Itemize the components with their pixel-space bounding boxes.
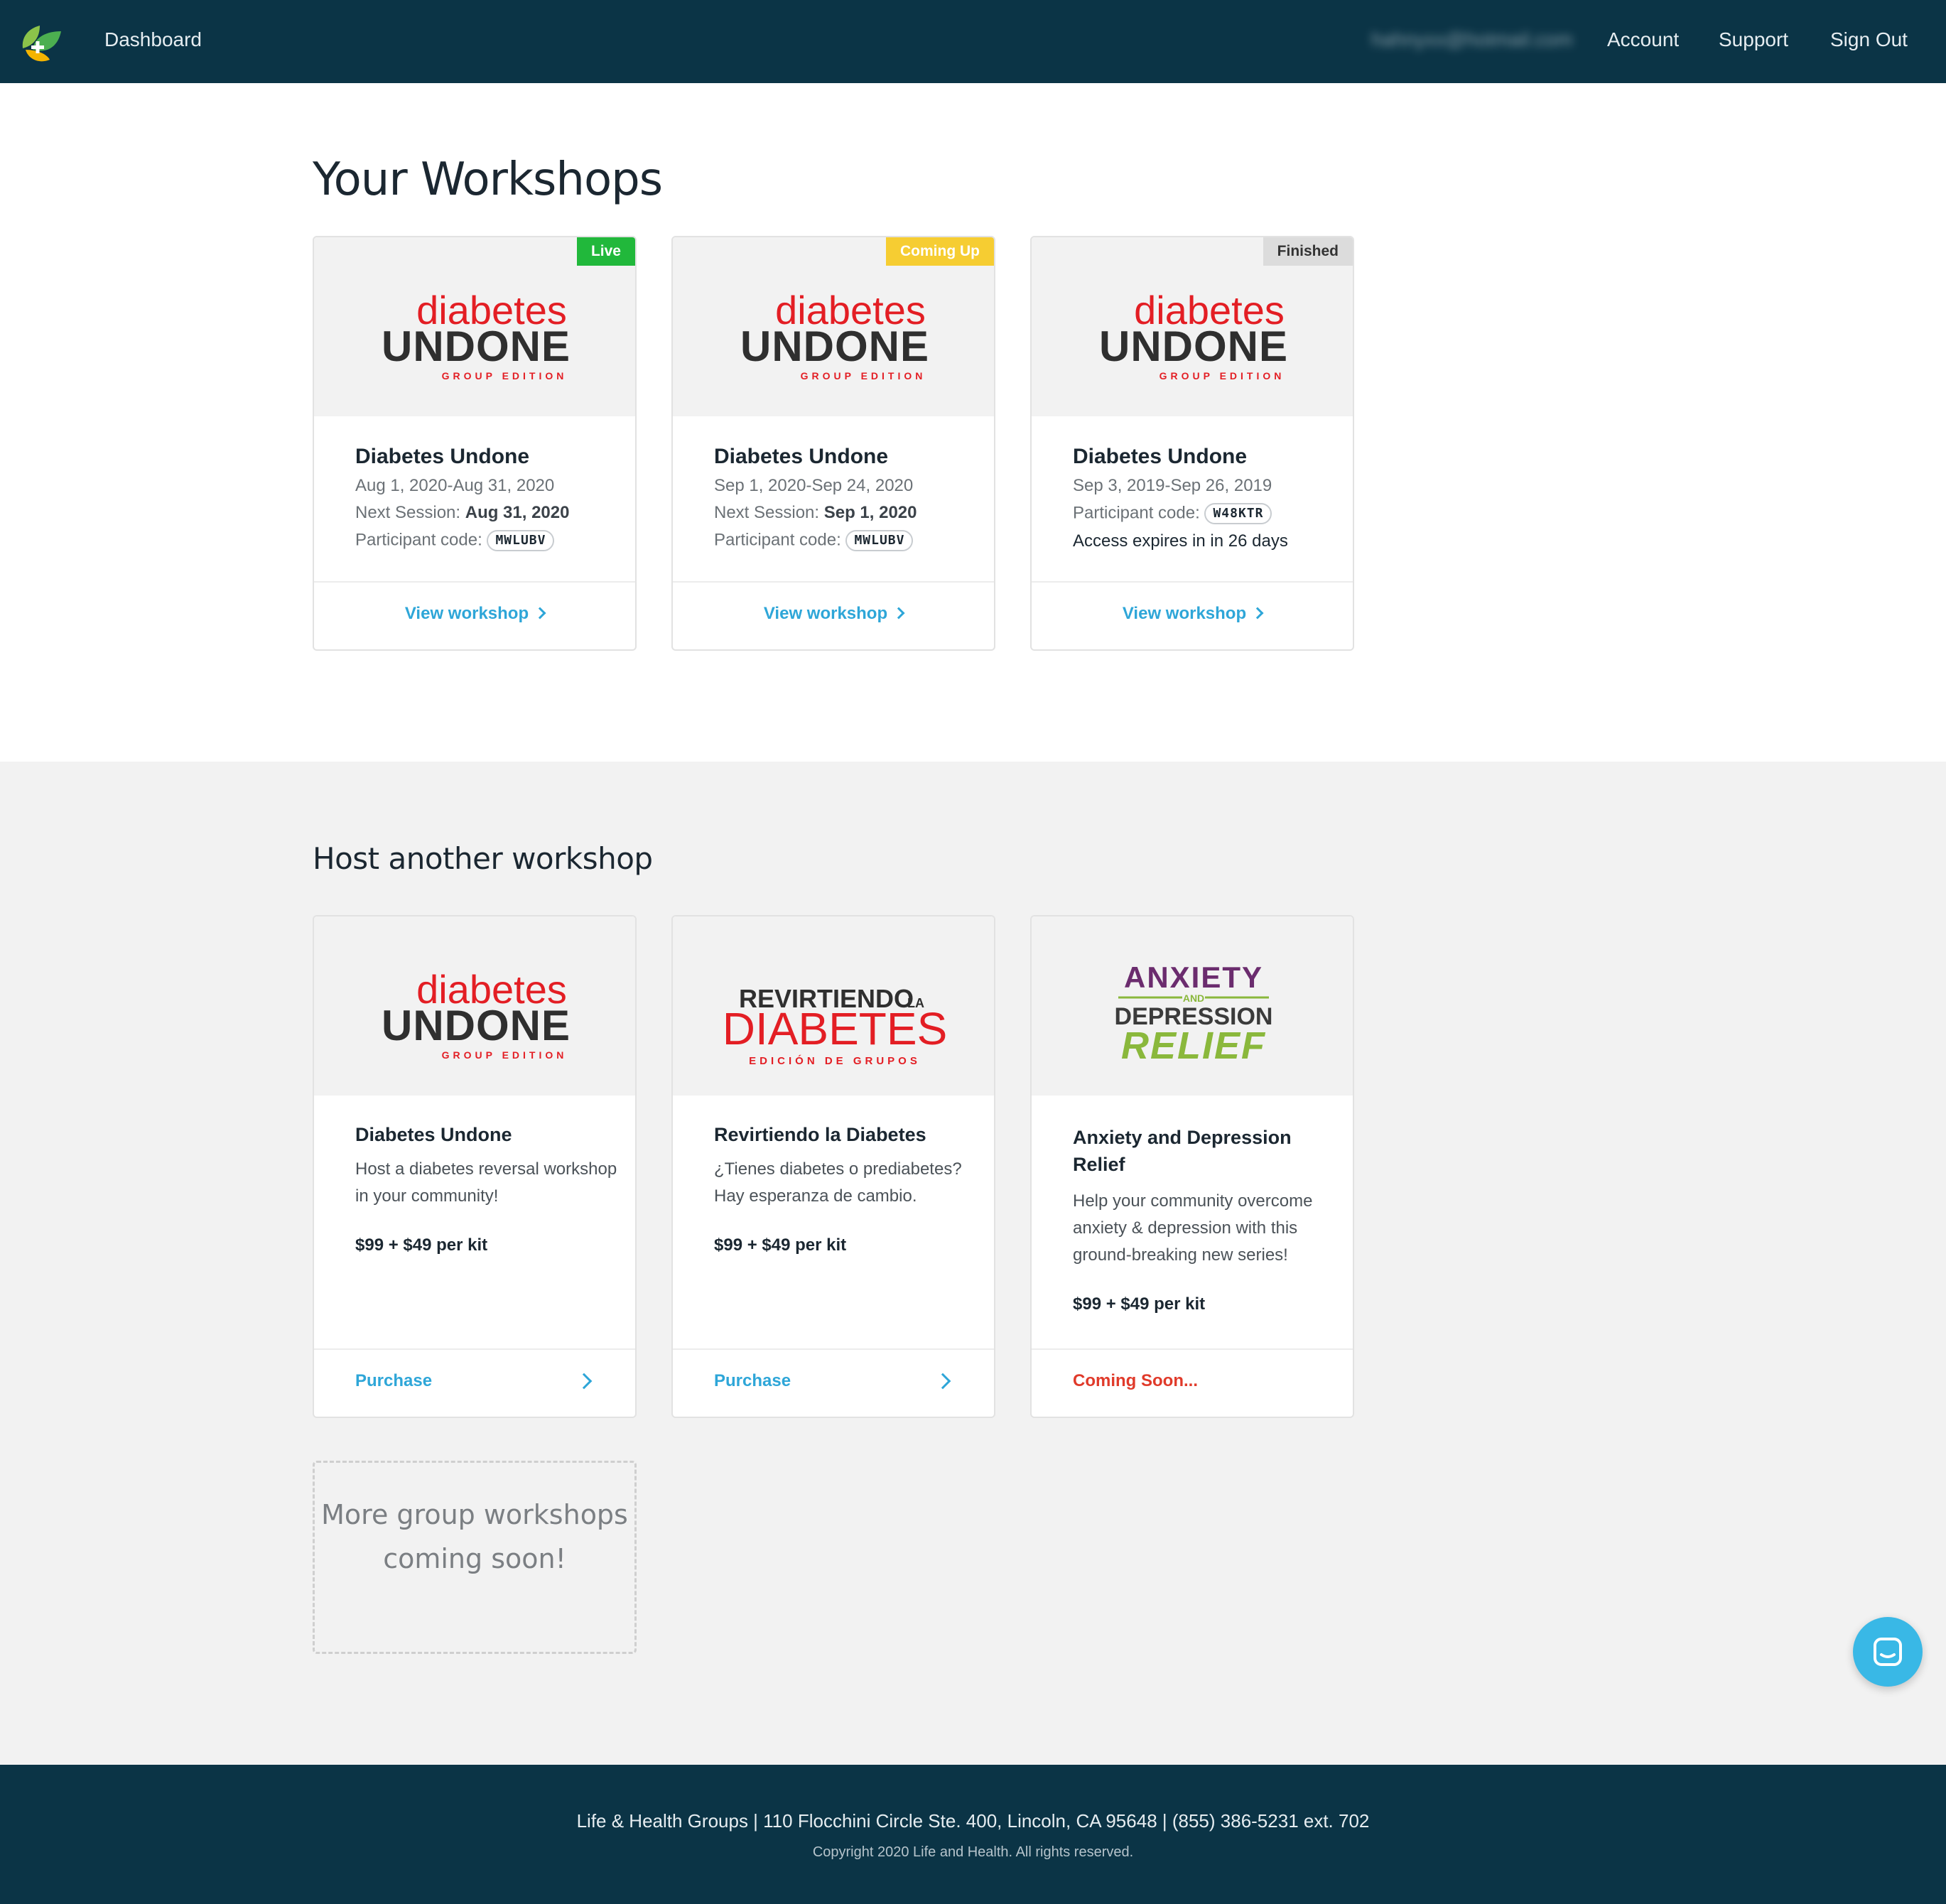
view-workshop-link[interactable]: View workshop [673, 604, 994, 624]
card-price: $99 + $49 per kit [1073, 1294, 1206, 1314]
chat-launcher-button[interactable] [1853, 1617, 1923, 1687]
status-badge-coming-up: Coming Up [886, 237, 994, 266]
card-body: Diabetes Undone Sep 3, 2019-Sep 26, 2019… [1073, 445, 1336, 551]
revirtiendo-la-diabetes-logo: REVIRTIENDO LA DIABETES EDICIÓN DE GRUPO… [723, 984, 948, 1067]
code-pill: W48KTR [1204, 503, 1272, 524]
svg-text:EDICIÓN DE GRUPOS: EDICIÓN DE GRUPOS [749, 1054, 921, 1067]
nav-sign-out-link[interactable]: Sign Out [1830, 28, 1908, 51]
footer-address: Life & Health Groups | 110 Flocchini Cir… [576, 1810, 1370, 1832]
purchase-link[interactable]: Purchase [714, 1371, 791, 1391]
svg-text:AND: AND [1183, 992, 1204, 1004]
svg-text:GROUP EDITION: GROUP EDITION [442, 1049, 568, 1061]
nav-account-link[interactable]: Account [1607, 28, 1679, 51]
svg-text:UNDONE: UNDONE [382, 323, 571, 370]
card-body: Diabetes Undone Sep 1, 2020-Sep 24, 2020… [714, 445, 977, 551]
svg-text:UNDONE: UNDONE [740, 323, 929, 370]
card-title: Diabetes Undone [1073, 445, 1248, 468]
workshop-card: diabetes UNDONE GROUP EDITION Coming Up … [671, 236, 995, 651]
card-title: Diabetes Undone [714, 445, 889, 468]
svg-text:GROUP EDITION: GROUP EDITION [1160, 370, 1285, 382]
host-workshop-card: ANXIETY AND DEPRESSION RELIEF Anxiety an… [1030, 915, 1354, 1418]
participant-code: Participant code: MWLUBV [355, 530, 618, 551]
card-dates: Sep 3, 2019-Sep 26, 2019 [1073, 476, 1272, 495]
host-section-title: Host another workshop [313, 841, 653, 876]
anxiety-depression-relief-logo: ANXIETY AND DEPRESSION RELIEF [1115, 961, 1273, 1067]
footer-copyright: Copyright 2020 Life and Health. All righ… [812, 1844, 1134, 1860]
chevron-right-icon[interactable] [934, 1373, 951, 1390]
card-title: Anxiety and Depression Relief [1073, 1127, 1292, 1175]
chevron-right-icon[interactable] [575, 1373, 593, 1390]
host-workshop-card: diabetes UNDONE GROUP EDITION Diabetes U… [313, 915, 637, 1418]
page-footer: Life & Health Groups | 110 Flocchini Cir… [0, 1765, 1946, 1904]
top-navbar: Dashboard hahnyxx@hotmail.com Account Su… [0, 0, 1946, 83]
more-workshops-placeholder: More group workshops coming soon! [313, 1461, 637, 1654]
next-session: Next Session: Aug 31, 2020 [355, 503, 570, 522]
card-thumbnail: diabetes UNDONE GROUP EDITION Finished [1032, 237, 1353, 416]
card-price: $99 + $49 per kit [714, 1235, 847, 1255]
purchase-link[interactable]: Purchase [355, 1371, 432, 1391]
card-footer: Coming Soon... [1032, 1348, 1353, 1417]
svg-text:UNDONE: UNDONE [382, 1002, 571, 1049]
svg-text:RELIEF: RELIEF [1121, 1024, 1266, 1067]
card-thumbnail: diabetes UNDONE GROUP EDITION Live [314, 237, 635, 416]
card-thumbnail: REVIRTIENDO LA DIABETES EDICIÓN DE GRUPO… [673, 916, 994, 1096]
coming-soon-label: Coming Soon... [1073, 1371, 1198, 1390]
card-thumbnail: diabetes UNDONE GROUP EDITION Coming Up [673, 237, 994, 416]
card-description: ¿Tienes diabetes o prediabetes? Hay espe… [714, 1159, 962, 1206]
card-thumbnail: diabetes UNDONE GROUP EDITION [314, 916, 635, 1096]
view-workshop-link[interactable]: View workshop [314, 604, 635, 624]
status-badge-live: Live [576, 237, 635, 266]
chevron-right-icon [534, 607, 546, 620]
diabetes-undone-logo: diabetes UNDONE GROUP EDITION [382, 967, 571, 1061]
status-badge-finished: Finished [1263, 237, 1353, 266]
card-body: Anxiety and Depression Relief Help your … [1073, 1124, 1336, 1314]
user-email: hahnyxx@hotmail.com [1371, 28, 1573, 50]
card-body: Revirtiendo la Diabetes ¿Tienes diabetes… [714, 1124, 977, 1255]
card-body: Diabetes Undone Host a diabetes reversal… [355, 1124, 618, 1255]
card-footer: View workshop [314, 581, 635, 649]
card-footer: View workshop [1032, 581, 1353, 649]
card-body: Diabetes Undone Aug 1, 2020-Aug 31, 2020… [355, 445, 618, 551]
host-workshop-card: REVIRTIENDO LA DIABETES EDICIÓN DE GRUPO… [671, 915, 995, 1418]
workshop-card: diabetes UNDONE GROUP EDITION Live Diabe… [313, 236, 637, 651]
workshop-card: diabetes UNDONE GROUP EDITION Finished D… [1030, 236, 1354, 651]
view-workshop-link[interactable]: View workshop [1032, 604, 1353, 624]
card-dates: Sep 1, 2020-Sep 24, 2020 [714, 476, 914, 495]
card-title: Diabetes Undone [355, 1124, 512, 1145]
next-session: Next Session: Sep 1, 2020 [714, 503, 917, 522]
card-footer[interactable]: Purchase [314, 1348, 635, 1417]
svg-text:GROUP EDITION: GROUP EDITION [442, 370, 568, 382]
card-footer[interactable]: Purchase [673, 1348, 994, 1417]
chat-icon [1874, 1638, 1902, 1666]
code-pill: MWLUBV [845, 530, 914, 551]
card-dates: Aug 1, 2020-Aug 31, 2020 [355, 476, 555, 495]
nav-dashboard-link[interactable]: Dashboard [104, 28, 202, 51]
card-title: Revirtiendo la Diabetes [714, 1124, 926, 1145]
code-pill: MWLUBV [487, 530, 555, 551]
svg-text:ANXIETY: ANXIETY [1124, 961, 1263, 994]
card-thumbnail: ANXIETY AND DEPRESSION RELIEF [1032, 916, 1353, 1096]
card-description: Host a diabetes reversal workshop in you… [355, 1159, 617, 1206]
card-footer: View workshop [673, 581, 994, 649]
card-description: Help your community overcome anxiety & d… [1073, 1191, 1313, 1265]
participant-code: Participant code: W48KTR [1073, 503, 1336, 524]
logo-leaf-icon[interactable] [18, 21, 64, 65]
svg-text:GROUP EDITION: GROUP EDITION [801, 370, 926, 382]
access-expires: Access expires in in 26 days [1073, 531, 1288, 551]
participant-code: Participant code: MWLUBV [714, 530, 977, 551]
page-title: Your Workshops [313, 153, 663, 206]
svg-text:UNDONE: UNDONE [1099, 323, 1288, 370]
chevron-right-icon [892, 607, 905, 620]
nav-support-link[interactable]: Support [1719, 28, 1788, 51]
chevron-right-icon [1251, 607, 1264, 620]
card-title: Diabetes Undone [355, 445, 530, 468]
svg-text:DIABETES: DIABETES [723, 1003, 948, 1054]
card-price: $99 + $49 per kit [355, 1235, 488, 1255]
